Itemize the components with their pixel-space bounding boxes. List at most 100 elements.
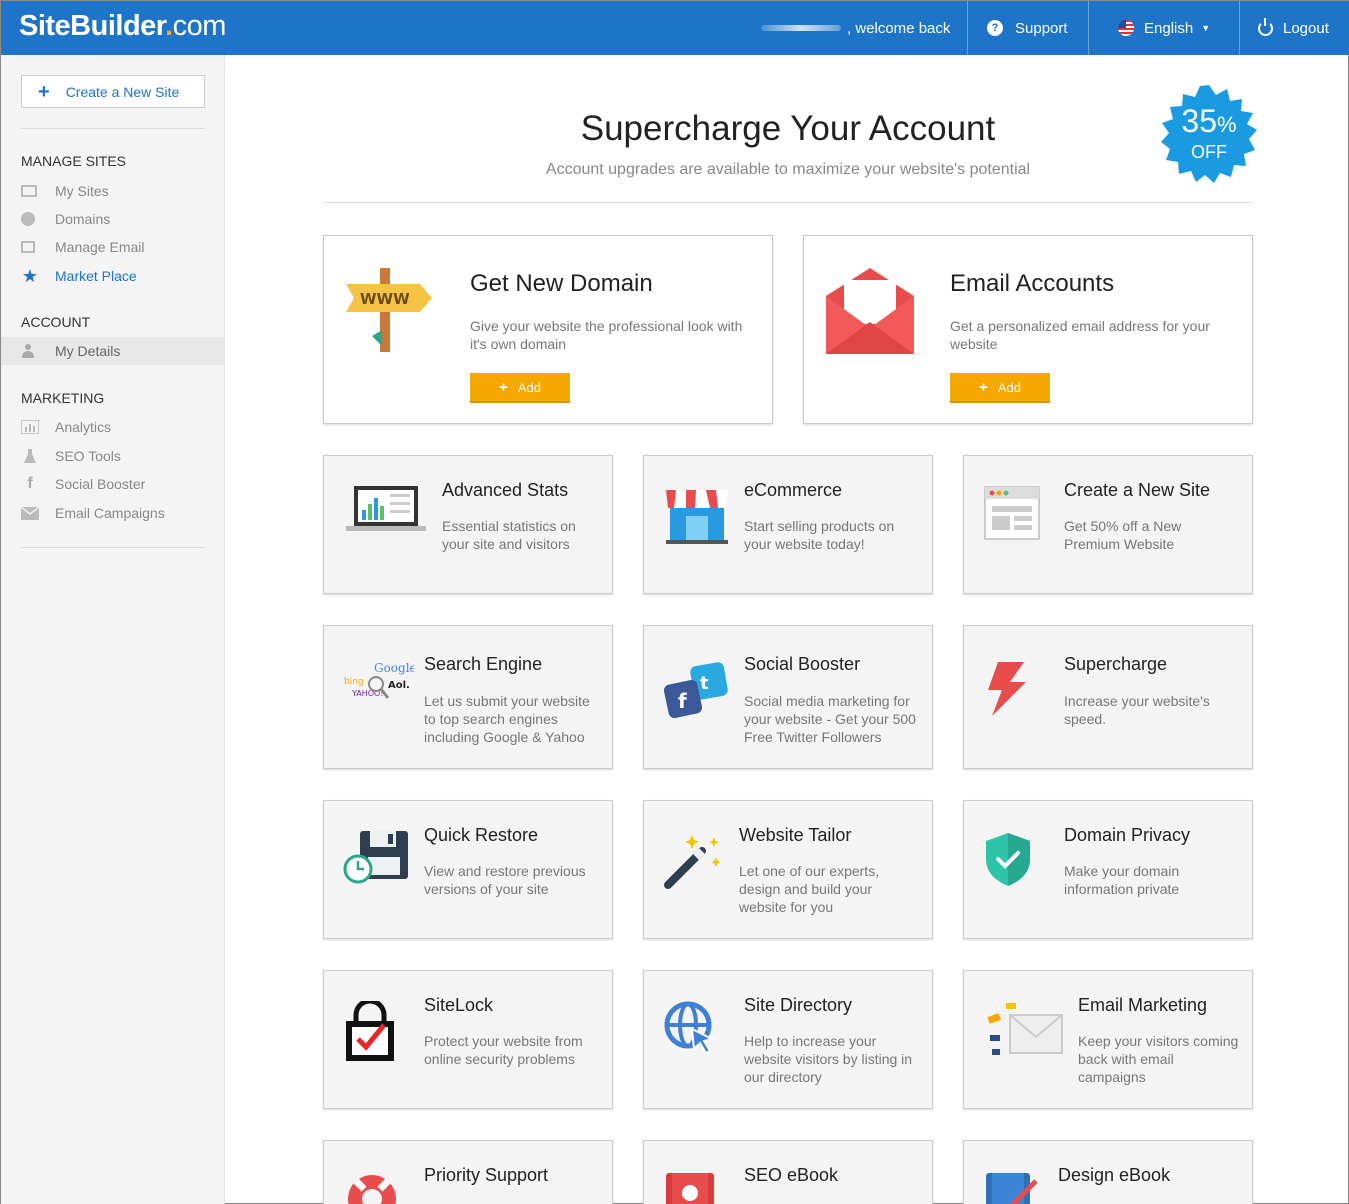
email-icon [21, 241, 35, 253]
card-description: Essential statistics on your site and vi… [442, 518, 576, 552]
card-description: Protect your website from online securit… [424, 1033, 583, 1067]
us-flag-icon [1118, 20, 1134, 36]
card-title: Website Tailor [739, 825, 852, 845]
card-title: Create a New Site [1064, 480, 1211, 500]
card-description: Help to increase your website visitors b… [744, 1033, 913, 1085]
card-description: Make your domain information private [1064, 863, 1180, 897]
card-description: Social media marketing for your website … [744, 693, 916, 745]
sidebar-item-manage-email[interactable]: Manage Email [1, 233, 224, 261]
card-title: SEO eBook [744, 1165, 839, 1185]
svg-text:Aol.: Aol. [388, 680, 410, 691]
logout-button[interactable]: Logout [1239, 1, 1349, 55]
sidebar-item-my-sites[interactable]: My Sites [1, 177, 224, 205]
globe-icon [21, 212, 35, 226]
envelope-letter-icon [824, 266, 916, 361]
language-dropdown[interactable]: English ▼ [1088, 1, 1239, 55]
sidebar-item-market-place[interactable]: ★ Market Place [1, 262, 224, 290]
card-search-engine[interactable]: Google bing Aol. YAHOO! Search Engine Le… [323, 625, 613, 769]
card-design-ebook[interactable]: Design eBook [963, 1140, 1253, 1204]
flask-icon [21, 448, 39, 463]
plus-icon: + [38, 80, 50, 103]
browser-window-icon [984, 486, 1040, 545]
card-title: SiteLock [424, 995, 494, 1015]
sidebar-divider [21, 128, 205, 129]
card-description: Let us submit your website to top search… [424, 693, 590, 745]
sidebar-divider [21, 547, 205, 548]
card-description: Give your website the professional look … [470, 318, 743, 352]
card-title: Design eBook [1058, 1165, 1171, 1185]
card-advanced-stats[interactable]: Advanced Stats Essential statistics on y… [323, 455, 613, 594]
card-description: Increase your website's speed. [1064, 693, 1210, 727]
sidebar-item-analytics[interactable]: Analytics [1, 413, 224, 441]
top-header: SiteBuilder.com , welcome back ? Support… [1, 1, 1349, 55]
sidebar-item-domains[interactable]: Domains [1, 205, 224, 233]
book-icon [664, 1171, 716, 1204]
star-icon: ★ [21, 265, 39, 286]
sidebar-item-social-booster[interactable]: f Social Booster [1, 470, 224, 498]
globe-cursor-icon [664, 1001, 716, 1062]
card-title: Search Engine [424, 654, 543, 674]
page-subtitle: Account upgrades are available to maximi… [545, 161, 1031, 178]
lightning-bolt-icon [984, 660, 1030, 721]
card-description: Let one of our experts, design and build… [739, 863, 880, 915]
padlock-check-icon [344, 998, 396, 1068]
manage-sites-heading: MANAGE SITES [21, 153, 127, 169]
add-email-button[interactable]: + Add [950, 373, 1050, 403]
card-email-accounts[interactable]: Email Accounts Get a personalized email … [803, 235, 1253, 424]
magic-wand-icon [662, 833, 726, 896]
discount-badge: 35% OFF [1160, 85, 1258, 183]
card-create-new-site[interactable]: Create a New Site Get 50% off a New Prem… [963, 455, 1253, 594]
bar-chart-icon [21, 420, 39, 434]
welcome-message: , welcome back [761, 1, 950, 55]
card-domain-privacy[interactable]: Domain Privacy Make your domain informat… [963, 800, 1253, 939]
card-sitelock[interactable]: SiteLock Protect your website from onlin… [323, 970, 613, 1109]
card-description: Start selling products on your website t… [744, 518, 895, 552]
card-description: Get 50% off a New Premium Website [1064, 518, 1182, 552]
question-icon: ? [987, 20, 1003, 36]
card-priority-support[interactable]: Priority Support [323, 1140, 613, 1204]
sitebuilder-logo[interactable]: SiteBuilder.com [19, 10, 226, 43]
card-title: Quick Restore [424, 825, 539, 845]
caret-down-icon: ▼ [1201, 23, 1211, 33]
plus-icon: + [499, 378, 508, 396]
sidebar: + Create a New Site MANAGE SITES My Site… [1, 55, 225, 1204]
card-description: Get a personalized email address for you… [950, 318, 1210, 352]
storefront-icon [664, 486, 730, 549]
search-engines-logo-icon: Google bing Aol. YAHOO! [342, 660, 417, 715]
facebook-icon: f [27, 475, 33, 492]
laptop-chart-icon [344, 484, 428, 539]
card-site-directory[interactable]: Site Directory Help to increase your web… [643, 970, 933, 1109]
add-domain-button[interactable]: + Add [470, 373, 570, 403]
flying-envelope-icon [986, 1001, 1066, 1066]
card-website-tailor[interactable]: Website Tailor Let one of our experts, d… [643, 800, 933, 939]
card-title: Email Accounts [950, 270, 1115, 297]
book-pencil-icon [984, 1171, 1044, 1204]
svg-text:t: t [700, 673, 709, 694]
sidebar-item-my-details[interactable]: My Details [1, 337, 224, 365]
sidebar-item-email-campaigns[interactable]: Email Campaigns [1, 499, 224, 527]
www-signpost-icon: WWW [344, 266, 434, 361]
card-email-marketing[interactable]: Email Marketing Keep your visitors comin… [963, 970, 1253, 1109]
card-description: View and restore previous versions of yo… [424, 863, 586, 897]
card-title: Supercharge [1064, 654, 1168, 674]
card-seo-ebook[interactable]: SEO eBook [643, 1140, 933, 1204]
floppy-clock-icon [342, 829, 412, 892]
shield-check-icon [984, 831, 1032, 892]
card-ecommerce[interactable]: eCommerce Start selling products on your… [643, 455, 933, 594]
marketing-heading: MARKETING [21, 390, 105, 406]
create-new-site-button[interactable]: + Create a New Site [21, 75, 205, 108]
card-supercharge[interactable]: Supercharge Increase your website's spee… [963, 625, 1253, 769]
card-quick-restore[interactable]: Quick Restore View and restore previous … [323, 800, 613, 939]
social-media-icon: t f [663, 662, 732, 723]
sidebar-item-seo-tools[interactable]: SEO Tools [1, 442, 224, 470]
envelope-icon [21, 506, 39, 520]
account-heading: ACCOUNT [21, 314, 91, 330]
card-get-new-domain[interactable]: WWW Get New Domain Give your website the… [323, 235, 773, 424]
card-title: Advanced Stats [442, 480, 569, 500]
card-title: Site Directory [744, 995, 853, 1015]
card-title: Priority Support [424, 1165, 549, 1185]
svg-text:f: f [678, 689, 687, 713]
card-social-booster[interactable]: t f Social Booster Social media marketin… [643, 625, 933, 769]
lifebuoy-icon [344, 1171, 400, 1204]
support-link[interactable]: ? Support [967, 1, 1088, 55]
